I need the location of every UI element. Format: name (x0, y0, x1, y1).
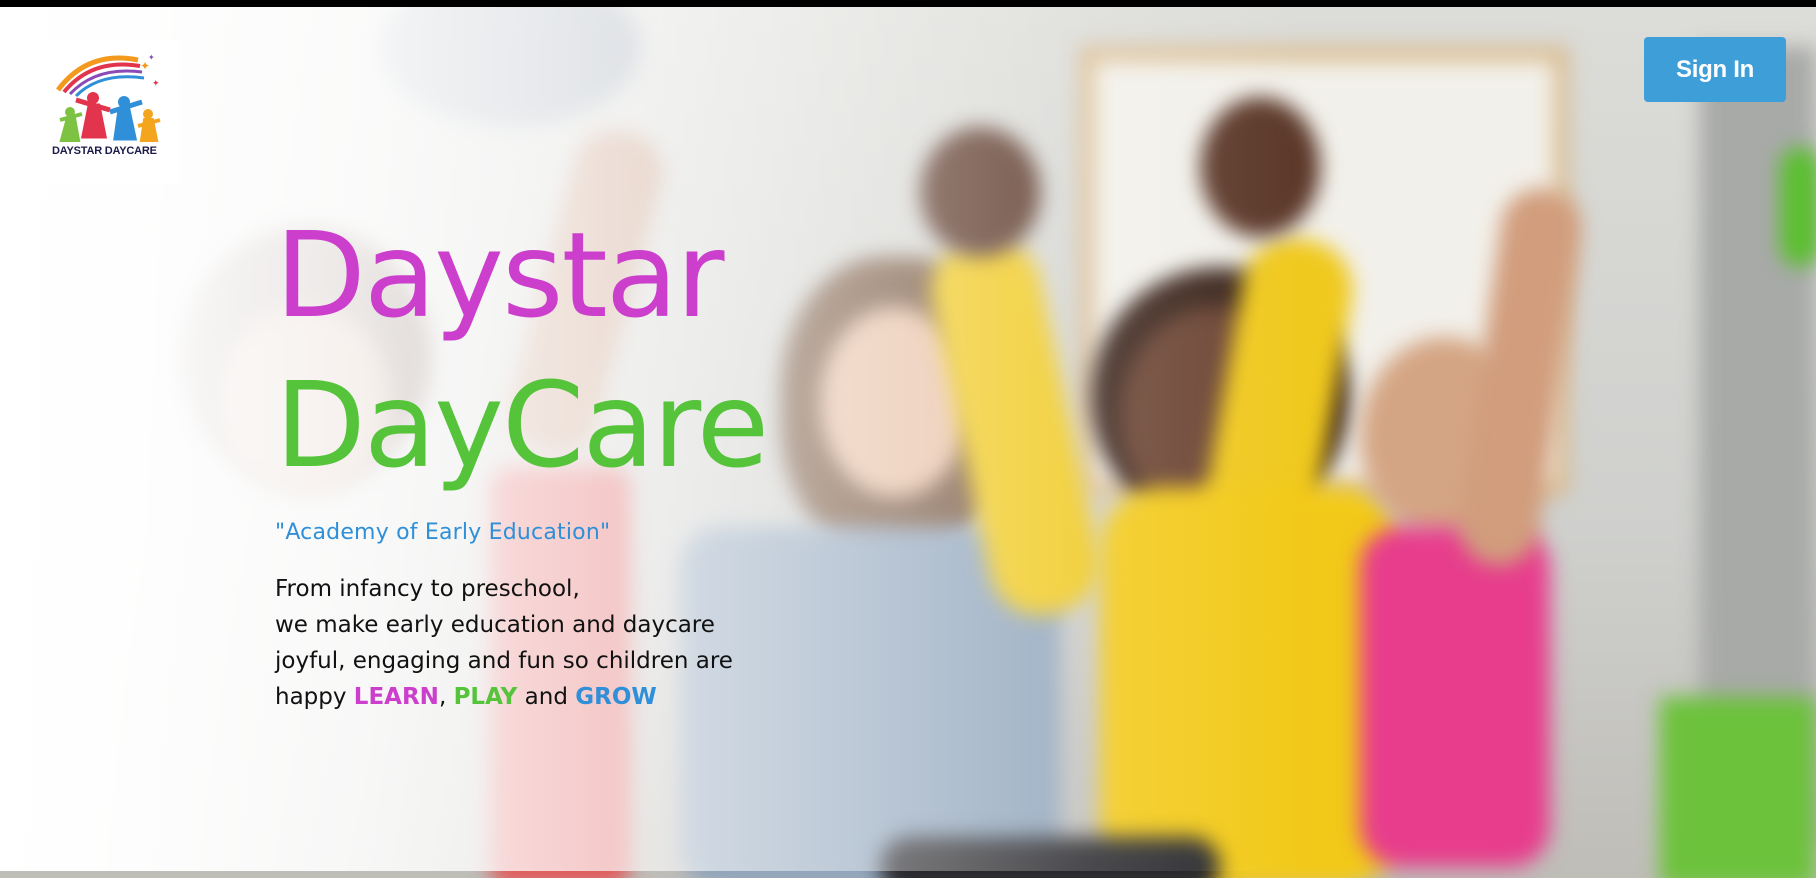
logo-text: DAYSTAR DAYCARE (52, 145, 157, 157)
hero-title-line2: DayCare (275, 356, 769, 494)
description-comma: , (438, 684, 454, 710)
hero-content: Daystar DayCare "Academy of Early Educat… (275, 200, 769, 715)
sign-in-button[interactable]: Sign In (1644, 37, 1786, 102)
description-line-3: joyful, engaging and fun so children are (275, 648, 733, 674)
svg-text:✦: ✦ (148, 53, 155, 62)
description-line-1: From infancy to preschool, (275, 576, 580, 602)
hero-tagline: "Academy of Early Education" (275, 520, 611, 545)
description-happy: happy (275, 684, 354, 710)
description-and: and (517, 684, 576, 710)
daystar-children-rainbow-icon: ✦ ✦ ✦ (56, 53, 161, 142)
hero-white-gradient-overlay (0, 0, 1816, 871)
top-border (0, 0, 1816, 7)
description-line-2: we make early education and daycare (275, 612, 715, 638)
highlight-learn: LEARN (353, 684, 439, 710)
site-logo[interactable]: ✦ ✦ ✦ DAYSTAR DAYCARE (48, 40, 180, 184)
hero-description: From infancy to preschool, we make early… (275, 571, 767, 715)
description-line-4: happy LEARN, PLAY and GROW (275, 679, 767, 715)
svg-text:✦: ✦ (152, 79, 160, 89)
hero-title-line1: Daystar (275, 206, 725, 344)
highlight-play: PLAY (453, 684, 518, 710)
landing-page: ✦ ✦ ✦ DAYSTAR DAYCARE Sign In Daystar Da… (0, 0, 1816, 878)
highlight-grow: GROW (575, 684, 657, 710)
